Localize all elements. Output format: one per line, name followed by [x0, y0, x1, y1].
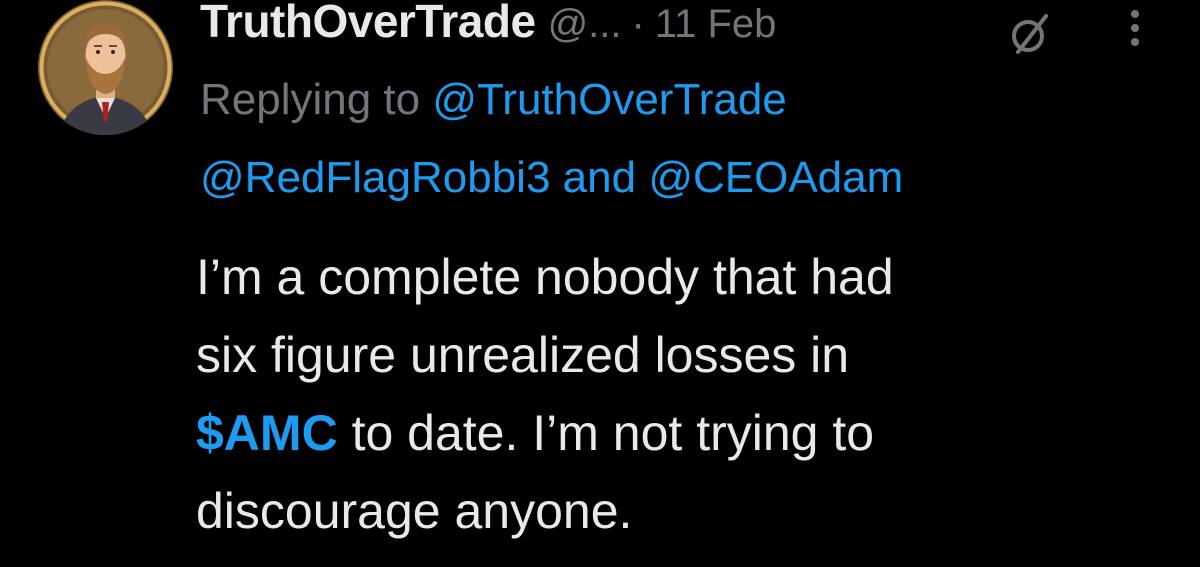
tweet-text-line: I’m a complete nobody that had	[196, 249, 894, 305]
edited-icon	[1012, 14, 1048, 54]
tweet-text: I’m a complete nobody that had six figur…	[196, 238, 1176, 550]
tweet-text-fragment: to date. I’m not trying to	[337, 405, 875, 461]
cashtag-link[interactable]: $AMC	[196, 405, 338, 461]
mention-link[interactable]: @CEOAdam	[648, 153, 903, 202]
conjunction-text: and	[562, 153, 637, 202]
avatar-portrait-image	[38, 0, 173, 135]
replying-to-line: Replying to @TruthOverTrade	[200, 72, 787, 128]
tweet-text-line: discourage anyone.	[196, 483, 633, 539]
display-name[interactable]: TruthOverTrade	[200, 0, 536, 48]
tweet[interactable]: TruthOverTrade @... · 11 Feb Replying to…	[0, 0, 1200, 567]
tweet-text-line: six figure unrealized losses in	[196, 327, 850, 383]
separator-dot: ·	[631, 2, 645, 46]
tweet-text-line: $AMC to date. I’m not trying to	[196, 394, 1176, 472]
mention-link[interactable]: @TruthOverTrade	[432, 75, 786, 124]
replying-to-label: Replying to	[200, 75, 421, 124]
avatar[interactable]	[38, 0, 173, 135]
more-vertical-icon[interactable]	[1120, 6, 1150, 50]
user-handle[interactable]: @...	[548, 2, 622, 47]
tweet-date[interactable]: 11 Feb	[655, 2, 777, 47]
mention-link[interactable]: @RedFlagRobbi3	[200, 153, 550, 202]
replying-to-line-continued: @RedFlagRobbi3 and @CEOAdam	[200, 150, 903, 206]
